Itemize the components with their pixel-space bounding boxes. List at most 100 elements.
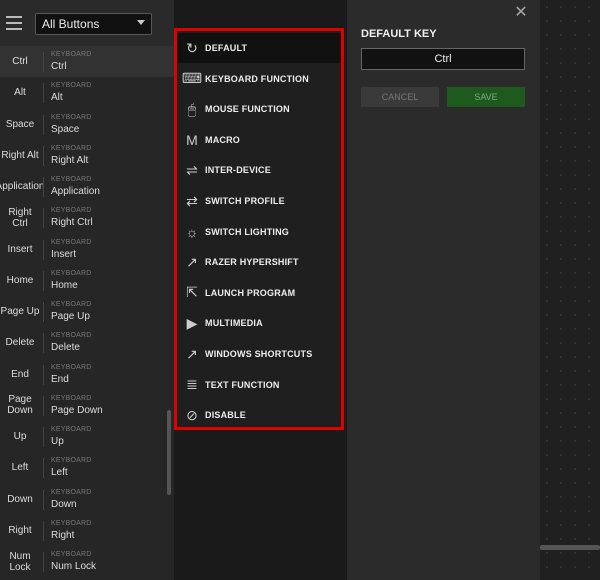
key-value: Left — [51, 467, 68, 479]
menu-item-label: WINDOWS SHORTCUTS — [205, 349, 313, 359]
key-list-item[interactable]: Right Alt KEYBOARD Right Alt — [0, 140, 174, 171]
default-key-field[interactable]: Ctrl — [361, 48, 525, 70]
key-value: Ctrl — [51, 61, 67, 72]
multimedia-icon: ▶ — [186, 314, 198, 331]
lighting-icon: ☼ — [185, 223, 199, 240]
key-list-item[interactable]: Delete KEYBOARD Delete — [0, 327, 174, 358]
key-list-item[interactable]: Left KEYBOARD Left — [0, 452, 174, 483]
menu-item-multimedia[interactable]: ▶ MULTIMEDIA — [177, 308, 341, 338]
key-divider — [43, 520, 44, 541]
menu-item-switch-profile[interactable]: ⇄ SWITCH PROFILE — [177, 186, 341, 216]
key-name: Insert — [7, 243, 33, 255]
key-type: KEYBOARD — [51, 269, 92, 277]
key-type: KEYBOARD — [51, 113, 92, 121]
key-name: Home — [6, 274, 34, 286]
key-divider — [43, 333, 44, 354]
key-type: KEYBOARD — [51, 82, 92, 90]
menu-item-macro[interactable]: M MACRO — [177, 125, 341, 155]
button-filter-dropdown[interactable]: All Buttons — [35, 13, 152, 35]
menu-item-keyboard-function[interactable]: ⌨ KEYBOARD FUNCTION — [177, 64, 341, 94]
key-divider — [43, 395, 44, 416]
menu-item-inter-device[interactable]: ⇌ INTER-DEVICE — [177, 155, 341, 185]
key-list-item[interactable]: Application KEYBOARD Application — [0, 171, 174, 202]
key-type: KEYBOARD — [51, 144, 92, 152]
key-divider — [43, 114, 44, 135]
mouse-icon: 🖱 — [187, 100, 197, 117]
key-list-item[interactable]: Alt KEYBOARD Alt — [0, 77, 174, 108]
key-list: Ctrl KEYBOARD Ctrl Alt KEYBOARD Alt Space KEYBO… — [0, 46, 174, 577]
key-value: Page Down — [51, 404, 103, 416]
key-type: KEYBOARD — [51, 238, 92, 246]
key-name: Right Alt — [1, 149, 39, 161]
key-list-scrollbar[interactable] — [167, 410, 171, 495]
key-divider — [43, 52, 44, 72]
key-value: Right Ctrl — [51, 217, 93, 229]
menu-item-label: SWITCH LIGHTING — [205, 226, 289, 237]
key-name: Down — [7, 493, 33, 505]
canvas-scrollbar[interactable] — [540, 545, 600, 550]
menu-item-label: TEXT FUNCTION — [205, 379, 280, 390]
key-divider — [43, 239, 44, 260]
key-list-item[interactable]: Down KEYBOARD Down — [0, 484, 174, 515]
key-type: KEYBOARD — [51, 301, 92, 308]
key-name: Space — [5, 118, 35, 130]
key-divider — [43, 489, 44, 510]
key-value: Right — [51, 529, 75, 541]
key-value: Home — [51, 279, 78, 291]
key-list-item[interactable]: Right KEYBOARD Right — [0, 515, 174, 546]
key-divider — [43, 552, 44, 572]
key-divider — [43, 208, 44, 229]
menu-item-launch-program[interactable]: ⇱ LAUNCH PROGRAM — [177, 278, 341, 308]
menu-item-label: MOUSE FUNCTION — [205, 104, 290, 115]
menu-item-label: MULTIMEDIA — [205, 318, 263, 329]
close-icon[interactable]: ✕ — [513, 5, 529, 21]
key-divider — [43, 83, 44, 104]
menu-item-mouse-function[interactable]: 🖱 MOUSE FUNCTION — [177, 94, 341, 124]
hamburger-menu-icon[interactable] — [6, 16, 22, 30]
key-divider — [43, 177, 44, 197]
key-value: Alt — [51, 92, 63, 104]
hypershift-icon: ↗ — [186, 253, 198, 270]
key-value: Space — [51, 123, 80, 135]
macro-icon: M — [186, 131, 198, 148]
key-type: KEYBOARD — [51, 394, 92, 402]
key-type: KEYBOARD — [51, 426, 92, 433]
detail-title: DEFAULT KEY — [361, 28, 437, 40]
key-name: Right Ctrl — [8, 206, 32, 229]
key-value: Page Up — [51, 311, 90, 322]
refresh-icon: ↻ — [186, 39, 198, 56]
key-list-item[interactable]: Num Lock KEYBOARD Num Lock — [0, 546, 174, 577]
chevron-down-icon — [137, 20, 145, 25]
menu-item-text-function[interactable]: ≣ TEXT FUNCTION — [177, 370, 341, 400]
key-name: Page Down — [7, 394, 33, 417]
key-list-item[interactable]: Right Ctrl KEYBOARD Right Ctrl — [0, 202, 174, 233]
key-list-item[interactable]: Page Down KEYBOARD Page Down — [0, 390, 174, 421]
detail-panel: ✕ DEFAULT KEY Ctrl CANCEL SAVE — [347, 0, 540, 580]
key-list-panel: All Buttons Ctrl KEYBOARD Ctrl Alt KEYBOARD A… — [0, 0, 174, 580]
key-list-item[interactable]: Home KEYBOARD Home — [0, 265, 174, 296]
menu-item-windows-shortcuts[interactable]: ↗ WINDOWS SHORTCUTS — [177, 339, 341, 369]
key-list-item[interactable]: Ctrl KEYBOARD Ctrl — [0, 46, 174, 78]
cancel-button[interactable]: CANCEL — [361, 87, 439, 107]
menu-item-label: MACRO — [205, 134, 240, 145]
key-list-item[interactable]: Page Up KEYBOARD Page Up — [0, 296, 174, 327]
save-button[interactable]: SAVE — [447, 87, 525, 107]
menu-item-disable[interactable]: ⊘ DISABLE — [177, 400, 341, 430]
key-type: KEYBOARD — [51, 488, 92, 496]
disable-icon: ⊘ — [186, 406, 198, 423]
function-menu: ↻ DEFAULT ⌨ KEYBOARD FUNCTION 🖱 MOUSE FUNCTIO… — [174, 28, 344, 430]
key-list-item[interactable]: Insert KEYBOARD Insert — [0, 234, 174, 265]
menu-item-label: KEYBOARD FUNCTION — [205, 73, 309, 84]
key-type: KEYBOARD — [51, 457, 92, 465]
key-list-item[interactable]: Up KEYBOARD Up — [0, 421, 174, 452]
key-value: Insert — [51, 248, 77, 260]
menu-item-label: INTER-DEVICE — [205, 165, 271, 176]
key-name: Up — [13, 431, 27, 442]
key-list-item[interactable]: Space KEYBOARD Space — [0, 109, 174, 140]
menu-item-default[interactable]: ↻ DEFAULT — [177, 33, 341, 63]
key-value: Num Lock — [51, 561, 97, 572]
menu-item-razer-hypershift[interactable]: ↗ RAZER HYPERSHIFT — [177, 247, 341, 277]
menu-item-switch-lighting[interactable]: ☼ SWITCH LIGHTING — [177, 217, 341, 247]
key-name: Num Lock — [9, 550, 31, 573]
key-list-item[interactable]: End KEYBOARD End — [0, 359, 174, 390]
